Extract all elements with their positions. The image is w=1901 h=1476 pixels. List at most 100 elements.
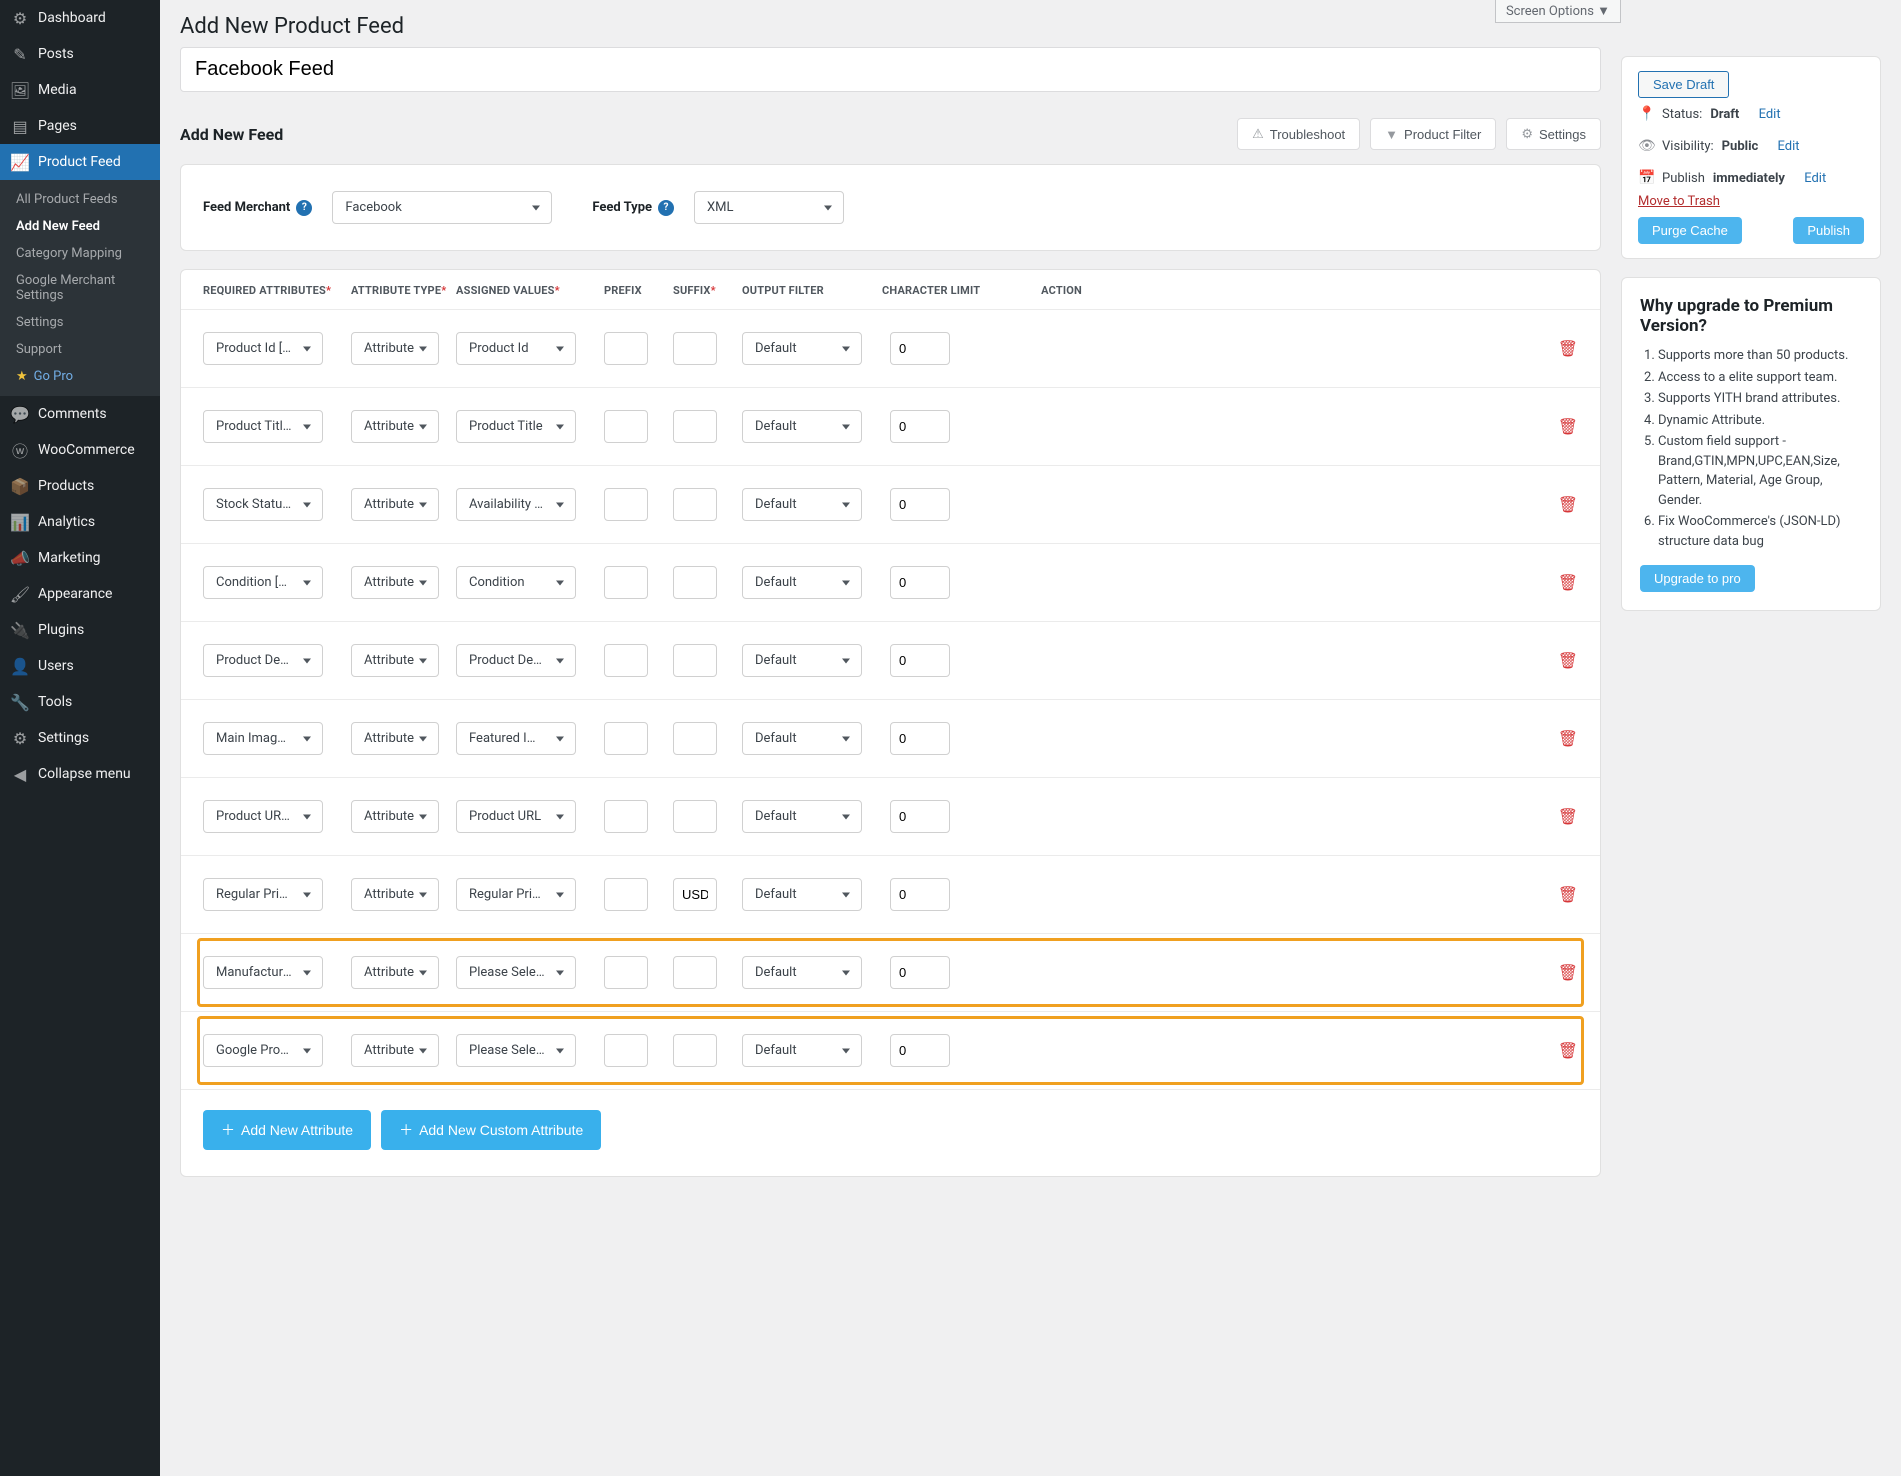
prefix-input[interactable] [604,332,648,365]
suffix-input[interactable] [673,1034,717,1067]
assigned-value-select[interactable]: Please Select [456,1034,576,1067]
char-limit-input[interactable] [890,644,950,677]
attribute-type-select[interactable]: Attribute [351,488,439,521]
suffix-input[interactable] [673,878,717,911]
move-to-trash-link[interactable]: Move to Trash [1638,194,1720,209]
delete-row-button[interactable]: 🗑 [1558,573,1578,593]
assigned-value-select[interactable]: Regular Price [456,878,576,911]
char-limit-input[interactable] [890,1034,950,1067]
output-filter-select[interactable]: Default [742,800,862,833]
output-filter-select[interactable]: Default [742,566,862,599]
output-filter-select[interactable]: Default [742,488,862,521]
delete-row-button[interactable]: 🗑 [1558,1041,1578,1061]
char-limit-input[interactable] [890,722,950,755]
help-icon[interactable]: ? [296,200,312,216]
visibility-edit-link[interactable]: Edit [1778,139,1800,154]
delete-row-button[interactable]: 🗑 [1558,495,1578,515]
assigned-value-select[interactable]: Condition [456,566,576,599]
menu-item-collapse-menu[interactable]: ◀Collapse menu [0,756,160,792]
assigned-value-select[interactable]: Product URL [456,800,576,833]
prefix-input[interactable] [604,488,648,521]
menu-item-posts[interactable]: ✎Posts [0,36,160,72]
menu-item-appearance[interactable]: 🖌Appearance [0,576,160,612]
attribute-type-select[interactable]: Attribute [351,566,439,599]
required-attribute-select[interactable]: Product Title [title] [203,410,323,443]
delete-row-button[interactable]: 🗑 [1558,963,1578,983]
purge-cache-button[interactable]: Purge Cache [1638,217,1742,244]
menu-item-woocommerce[interactable]: ⓦWooCommerce [0,432,160,468]
delete-row-button[interactable]: 🗑 [1558,417,1578,437]
char-limit-input[interactable] [890,878,950,911]
suffix-input[interactable] [673,488,717,521]
suffix-input[interactable] [673,566,717,599]
submenu-item-google-merchant-settings[interactable]: Google Merchant Settings [0,267,160,309]
status-edit-link[interactable]: Edit [1759,107,1781,122]
menu-item-media[interactable]: 🖼Media [0,72,160,108]
char-limit-input[interactable] [890,800,950,833]
product-filter-button[interactable]: ▼Product Filter [1370,118,1496,150]
submenu-item-category-mapping[interactable]: Category Mapping [0,240,160,267]
menu-item-users[interactable]: 👤Users [0,648,160,684]
required-attribute-select[interactable]: Main Image [image_link] [203,722,323,755]
add-new-custom-attribute-button[interactable]: ＋Add New Custom Attribute [381,1110,601,1150]
output-filter-select[interactable]: Default [742,722,862,755]
menu-item-plugins[interactable]: 🔌Plugins [0,612,160,648]
output-filter-select[interactable]: Default [742,644,862,677]
upgrade-to-pro-button[interactable]: Upgrade to pro [1640,565,1755,592]
attribute-type-select[interactable]: Attribute [351,878,439,911]
menu-item-marketing[interactable]: 📣Marketing [0,540,160,576]
suffix-input[interactable] [673,332,717,365]
settings-button[interactable]: ⚙Settings [1506,118,1601,150]
menu-item-product-feed[interactable]: 📈Product Feed [0,144,160,180]
char-limit-input[interactable] [890,956,950,989]
assigned-value-select[interactable]: Please Select [456,956,576,989]
attribute-type-select[interactable]: Attribute [351,1034,439,1067]
suffix-input[interactable] [673,722,717,755]
suffix-input[interactable] [673,956,717,989]
required-attribute-select[interactable]: Condition [condition] [203,566,323,599]
output-filter-select[interactable]: Default [742,878,862,911]
prefix-input[interactable] [604,410,648,443]
suffix-input[interactable] [673,410,717,443]
delete-row-button[interactable]: 🗑 [1558,339,1578,359]
assigned-value-select[interactable]: Featured Image [456,722,576,755]
menu-item-tools[interactable]: 🔧Tools [0,684,160,720]
submenu-item-settings[interactable]: Settings [0,309,160,336]
assigned-value-select[interactable]: Product Id [456,332,576,365]
attribute-type-select[interactable]: Attribute [351,644,439,677]
attribute-type-select[interactable]: Attribute [351,410,439,443]
troubleshoot-button[interactable]: ⚠Troubleshoot [1237,118,1360,150]
add-new-attribute-button[interactable]: ＋Add New Attribute [203,1110,371,1150]
required-attribute-select[interactable]: Product Description [description] [203,644,323,677]
delete-row-button[interactable]: 🗑 [1558,729,1578,749]
menu-item-settings[interactable]: ⚙Settings [0,720,160,756]
assigned-value-select[interactable]: Product Description [456,644,576,677]
help-icon[interactable]: ? [658,200,674,216]
attribute-type-select[interactable]: Attribute [351,956,439,989]
char-limit-input[interactable] [890,488,950,521]
char-limit-input[interactable] [890,566,950,599]
output-filter-select[interactable]: Default [742,410,862,443]
prefix-input[interactable] [604,800,648,833]
attribute-type-select[interactable]: Attribute [351,800,439,833]
char-limit-input[interactable] [890,332,950,365]
submenu-item-support[interactable]: Support [0,336,160,363]
prefix-input[interactable] [604,1034,648,1067]
prefix-input[interactable] [604,878,648,911]
required-attribute-select[interactable]: Google Product Category [google_product_… [203,1034,323,1067]
menu-item-products[interactable]: 📦Products [0,468,160,504]
required-attribute-select[interactable]: Product Id [id] [203,332,323,365]
prefix-input[interactable] [604,722,648,755]
menu-item-analytics[interactable]: 📊Analytics [0,504,160,540]
attribute-type-select[interactable]: Attribute [351,722,439,755]
required-attribute-select[interactable]: Product URL [link] [203,800,323,833]
feed-type-select[interactable]: XML [694,191,844,224]
submenu-item-add-new-feed[interactable]: Add New Feed [0,213,160,240]
menu-item-dashboard[interactable]: ⚙Dashboard [0,0,160,36]
submenu-item-all-product-feeds[interactable]: All Product Feeds [0,186,160,213]
prefix-input[interactable] [604,644,648,677]
assigned-value-select[interactable]: Product Title [456,410,576,443]
assigned-value-select[interactable]: Availability (Without Underscore) [456,488,576,521]
attribute-type-select[interactable]: Attribute [351,332,439,365]
feed-title-input[interactable] [180,47,1601,92]
